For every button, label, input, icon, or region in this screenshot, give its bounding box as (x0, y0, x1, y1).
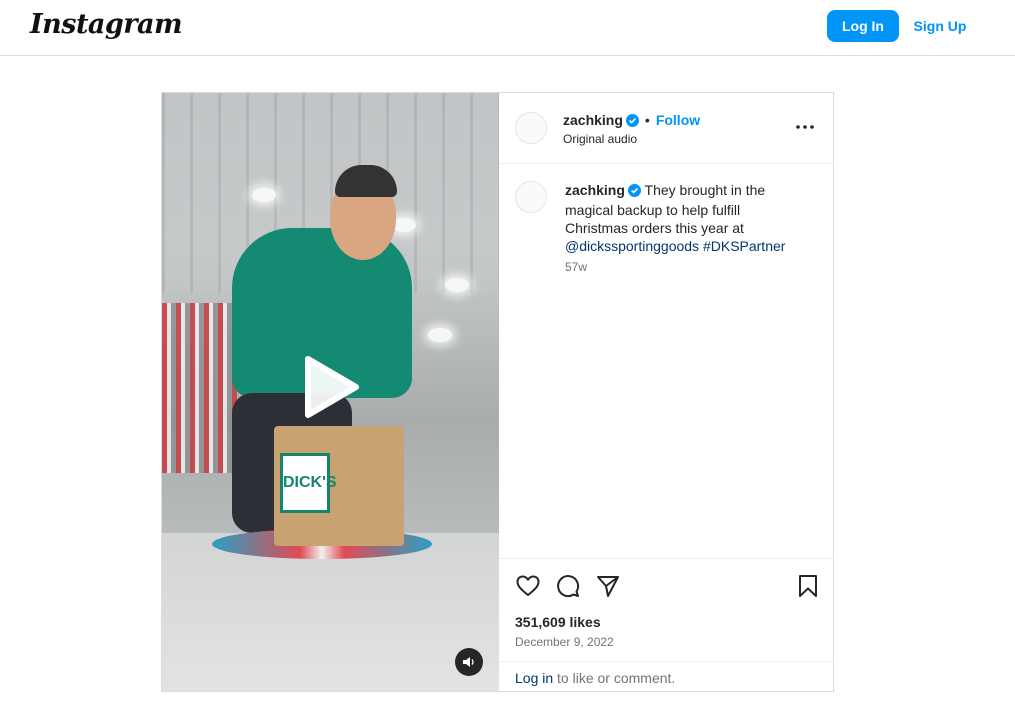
heart-icon[interactable] (515, 573, 541, 599)
post-caption: zachking They brought in the magical bac… (565, 181, 805, 255)
top-nav-bar: Instagram Log In Sign Up (0, 0, 1015, 56)
comment-footer: Log in to like or comment. (499, 661, 833, 691)
video-scene-lamp (428, 328, 452, 342)
signup-button[interactable]: Sign Up (906, 10, 974, 42)
share-icon[interactable] (595, 573, 621, 599)
speaker-icon (463, 657, 474, 667)
post-author-line: zachking • Follow (563, 112, 700, 132)
verified-badge-icon (625, 114, 639, 132)
more-options-icon[interactable] (795, 117, 815, 137)
original-audio-link[interactable]: Original audio (563, 132, 637, 146)
video-scene-lamp (445, 278, 469, 292)
play-icon[interactable] (294, 351, 366, 423)
video-scene-rack (162, 303, 237, 473)
post-side-panel: zachking • Follow Original audio zachking … (499, 93, 833, 691)
post-date: December 9, 2022 (515, 635, 614, 649)
caption-time-ago: 57w (565, 260, 588, 274)
login-button[interactable]: Log In (827, 10, 899, 42)
author-username[interactable]: zachking (563, 112, 623, 128)
comment-icon[interactable] (555, 573, 581, 599)
mute-toggle-button[interactable] (455, 648, 483, 676)
bookmark-icon[interactable] (795, 573, 821, 599)
likes-count[interactable]: 351,609 likes (515, 614, 601, 630)
caption-mention-link[interactable]: @dickssportinggoods (565, 238, 699, 254)
post-card: DICK'S zachking • Follow Original audio (161, 92, 834, 692)
instagram-logo[interactable]: Instagram (30, 9, 183, 40)
login-link[interactable]: Log in (515, 670, 553, 686)
verified-badge-icon (627, 183, 641, 201)
post-actions: 351,609 likes December 9, 2022 (499, 558, 833, 661)
login-prompt-text: to like or comment. (553, 670, 676, 686)
follow-button[interactable]: Follow (656, 112, 700, 128)
post-header: zachking • Follow Original audio (499, 93, 833, 164)
login-prompt: Log in to like or comment. (515, 670, 675, 686)
caption-avatar[interactable] (515, 181, 547, 213)
caption-hashtag-link[interactable]: #DKSPartner (703, 238, 785, 254)
caption-username[interactable]: zachking (565, 182, 625, 198)
separator-dot: • (644, 112, 650, 128)
post-video[interactable]: DICK'S (162, 93, 499, 691)
video-bag-label: DICK'S (280, 453, 337, 513)
avatar[interactable] (515, 112, 547, 144)
video-scene-lamp (252, 188, 276, 202)
